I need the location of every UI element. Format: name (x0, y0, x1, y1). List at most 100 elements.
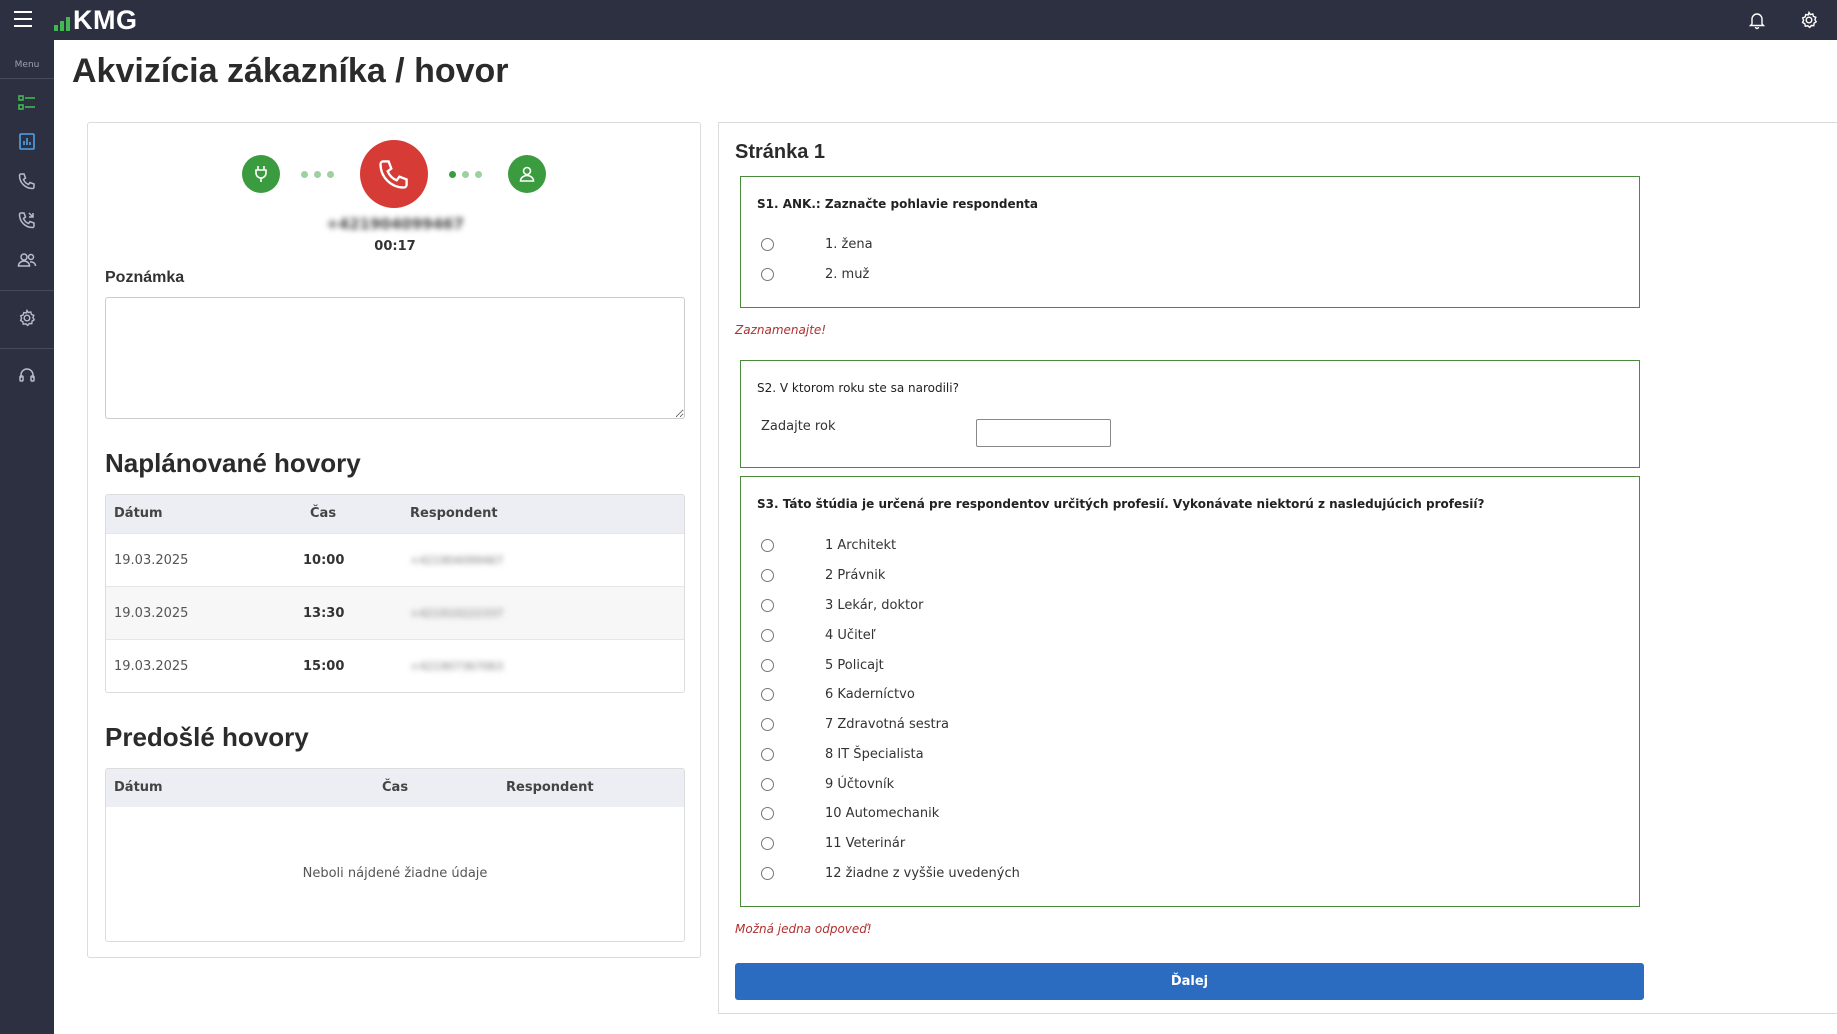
radio-button[interactable] (761, 658, 774, 672)
row-time: 10:00 (303, 553, 345, 568)
table-row[interactable]: 19.03.2025 10:00 +421904099467 (106, 533, 684, 586)
column-header-time: Čas (382, 780, 409, 795)
radio-option[interactable]: 4 Učiteľ (761, 625, 876, 645)
radio-button[interactable] (761, 866, 774, 880)
radio-button[interactable] (761, 777, 774, 791)
column-header-respondent: Respondent (410, 506, 498, 521)
radio-option[interactable]: 5 Policajt (761, 655, 884, 675)
radio-option[interactable]: 7 Zdravotná sestra (761, 714, 949, 734)
option-label: 8 IT Špecialista (825, 746, 924, 762)
question-title: S3. Táto štúdia je určená pre respondent… (757, 497, 1485, 511)
radio-option[interactable]: 9 Účtovník (761, 774, 894, 794)
note-textarea[interactable] (105, 297, 685, 419)
hangup-button[interactable] (360, 140, 428, 208)
report-icon[interactable] (17, 131, 37, 151)
radio-button[interactable] (761, 568, 774, 582)
radio-button[interactable] (761, 237, 774, 251)
radio-option[interactable]: 2. muž (761, 264, 869, 284)
page-title: Akvizícia zákazníka / hovor (72, 52, 509, 90)
column-header-date: Dátum (114, 506, 163, 521)
users-icon[interactable] (17, 250, 37, 270)
table-row[interactable]: 19.03.2025 15:00 +421907367063 (106, 639, 684, 692)
row-time: 15:00 (303, 659, 345, 674)
call-panel: +421904099467 00:17 Poznámka Naplánované… (87, 122, 701, 958)
gear-icon[interactable] (1799, 10, 1819, 30)
radio-button[interactable] (761, 628, 774, 642)
previous-calls-table: Dátum Čas Respondent Neboli nájdené žiad… (105, 768, 685, 942)
radio-option[interactable]: 10 Automechanik (761, 803, 939, 823)
radio-option[interactable]: 11 Veterinár (761, 833, 905, 853)
radio-option[interactable]: 1. žena (761, 234, 873, 254)
option-label: 6 Kaderníctvo (825, 686, 915, 702)
year-input[interactable] (976, 419, 1111, 447)
radio-button[interactable] (761, 836, 774, 850)
note-label: Poznámka (105, 269, 185, 286)
radio-button[interactable] (761, 267, 774, 281)
scheduled-calls-table: Dátum Čas Respondent 19.03.2025 10:00 +4… (105, 494, 685, 693)
caller-phone-number: +421904099467 (326, 215, 464, 233)
year-input-label: Zadajte rok (761, 419, 836, 434)
validation-error: Možná jedna odpoveď! (735, 922, 872, 936)
app-logo[interactable]: KMG (54, 6, 138, 34)
next-button[interactable]: Ďalej (735, 963, 1644, 1000)
call-status-row (88, 139, 702, 209)
radio-option[interactable]: 2 Právnik (761, 565, 885, 585)
sidebar-menu-label: Menu (14, 60, 40, 70)
sidebar-divider (0, 348, 54, 349)
top-bar: KMG (0, 0, 1837, 40)
hamburger-menu-icon[interactable] (14, 11, 32, 27)
radio-button[interactable] (761, 538, 774, 552)
headset-icon[interactable] (17, 365, 37, 385)
validation-error: Zaznamenajte! (735, 323, 827, 337)
row-date: 19.03.2025 (114, 606, 189, 621)
user-icon (508, 155, 546, 193)
row-respondent: +421904099467 (410, 554, 504, 567)
radio-button[interactable] (761, 598, 774, 612)
radio-button[interactable] (761, 717, 774, 731)
survey-panel: Stránka 1 S1. ANK.: Zaznačte pohlavie re… (718, 122, 1837, 1014)
row-respondent: +421910222337 (410, 607, 504, 620)
survey-page-title: Stránka 1 (735, 141, 826, 163)
question-title: S1. ANK.: Zaznačte pohlavie respondenta (757, 197, 1039, 211)
sidebar-divider (0, 78, 54, 79)
logo-bars-icon (54, 17, 70, 31)
radio-button[interactable] (761, 747, 774, 761)
empty-table-message: Neboli nájdené žiadne údaje (302, 866, 488, 881)
table-header: Dátum Čas Respondent (106, 769, 684, 807)
radio-button[interactable] (761, 687, 774, 701)
option-label: 1 Architekt (825, 537, 897, 553)
radio-button[interactable] (761, 806, 774, 820)
question-s3: S3. Táto štúdia je určená pre respondent… (740, 476, 1640, 907)
missed-call-icon[interactable] (17, 210, 37, 230)
radio-option[interactable]: 1 Architekt (761, 535, 896, 555)
radio-option[interactable]: 8 IT Špecialista (761, 744, 924, 764)
radio-option[interactable]: 6 Kaderníctvo (761, 684, 915, 704)
option-label: 4 Učiteľ (825, 627, 876, 643)
column-header-respondent: Respondent (506, 780, 594, 795)
sidebar-divider (0, 290, 54, 291)
radio-option[interactable]: 3 Lekár, doktor (761, 595, 923, 615)
table-row[interactable]: 19.03.2025 13:30 +421910222337 (106, 586, 684, 639)
row-respondent: +421907367063 (410, 660, 504, 673)
question-s2: S2. V ktorom roku ste sa narodili? Zadaj… (740, 360, 1640, 468)
plug-icon (242, 155, 280, 193)
list-icon[interactable] (17, 93, 37, 113)
option-label: 1. žena (825, 236, 873, 252)
connection-dots (301, 171, 334, 178)
option-label: 12 žiadne z vyššie uvedených (825, 865, 1020, 881)
option-label: 7 Zdravotná sestra (825, 716, 949, 732)
table-header: Dátum Čas Respondent (106, 495, 684, 533)
option-label: 5 Policajt (825, 657, 884, 673)
option-label: 10 Automechanik (825, 805, 940, 821)
row-date: 19.03.2025 (114, 659, 189, 674)
connection-dots (449, 171, 482, 178)
settings-icon[interactable] (17, 308, 37, 328)
column-header-time: Čas (310, 506, 337, 521)
phone-icon[interactable] (17, 171, 37, 191)
bell-icon[interactable] (1747, 10, 1767, 30)
option-label: 2. muž (825, 266, 870, 282)
option-label: 9 Účtovník (825, 776, 895, 792)
row-date: 19.03.2025 (114, 553, 189, 568)
row-time: 13:30 (303, 606, 345, 621)
radio-option[interactable]: 12 žiadne z vyššie uvedených (761, 863, 1020, 883)
